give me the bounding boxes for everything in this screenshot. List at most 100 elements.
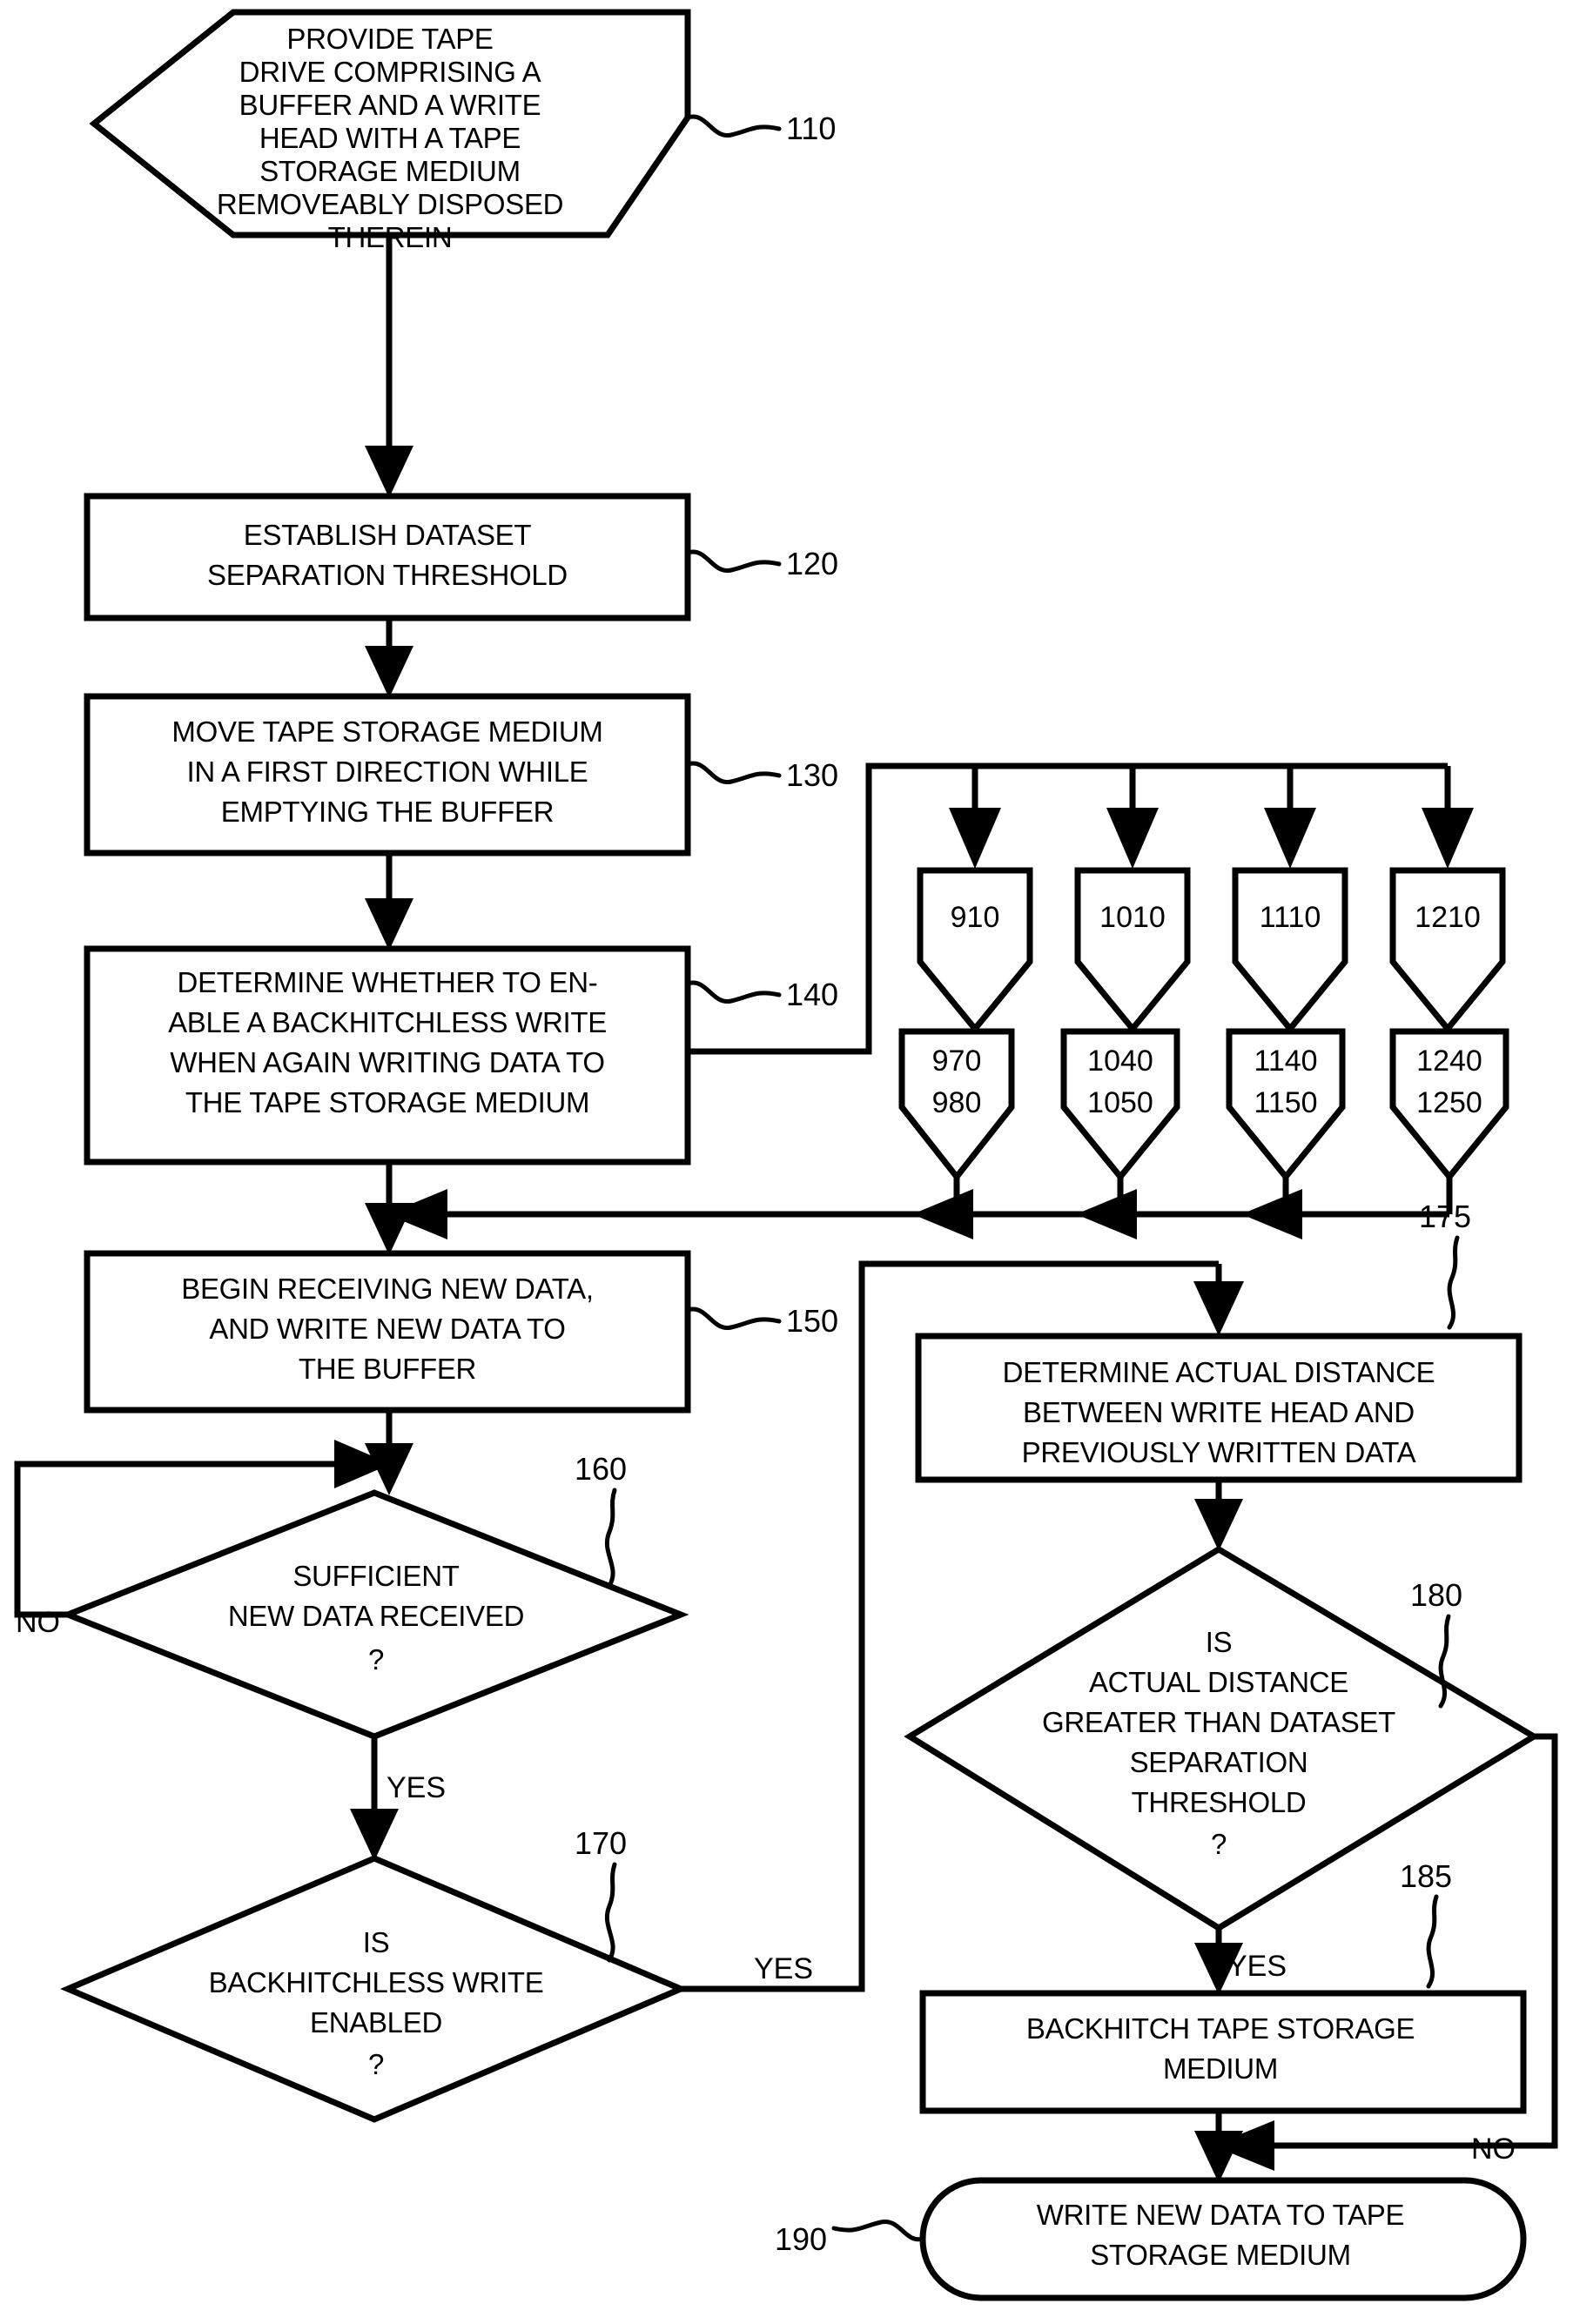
svg-text:HEAD WITH A TAPE: HEAD WITH A TAPE — [259, 122, 521, 154]
svg-text:?: ? — [368, 2048, 384, 2080]
svg-text:GREATER THAN DATASET: GREATER THAN DATASET — [1042, 1706, 1395, 1738]
flowchart-canvas: PROVIDE TAPE DRIVE COMPRISING A BUFFER A… — [14, 9, 1558, 2301]
ref-175: 175 — [1419, 1199, 1471, 1234]
arrow-bus-1210 — [1422, 808, 1474, 869]
ref-140: 140 — [786, 977, 838, 1012]
svg-text:1040: 1040 — [1087, 1044, 1153, 1078]
node-175-label: DETERMINE ACTUAL DISTANCE BETWEEN WRITE … — [1003, 1356, 1435, 1468]
leader-140 — [685, 980, 782, 1004]
svg-text:IS: IS — [363, 1926, 390, 1958]
arrow-175-180 — [1194, 1499, 1243, 1551]
svg-text:THEREIN: THEREIN — [328, 221, 453, 253]
node-120-box — [84, 493, 691, 621]
svg-text:WRITE NEW DATA TO TAPE: WRITE NEW DATA TO TAPE — [1037, 2199, 1404, 2231]
node-110-label: PROVIDE TAPE DRIVE COMPRISING A BUFFER A… — [217, 23, 564, 253]
connector-1210-label: 1210 — [1415, 901, 1481, 934]
connector-1010 — [1074, 867, 1191, 1034]
ref-185: 185 — [1400, 1858, 1452, 1894]
svg-text:1150: 1150 — [1254, 1086, 1317, 1119]
arrow-merge-1040 — [1076, 1189, 1137, 1239]
edge-label-yes-170: YES — [754, 1952, 813, 1985]
svg-text:ABLE A BACKHITCHLESS WRITE: ABLE A BACKHITCHLESS WRITE — [168, 1006, 607, 1038]
svg-text:MOVE TAPE STORAGE MEDIUM: MOVE TAPE STORAGE MEDIUM — [171, 715, 602, 748]
edge-label-no-180: NO — [1471, 2133, 1516, 2166]
svg-text:1250: 1250 — [1416, 1086, 1482, 1119]
ref-180: 180 — [1410, 1577, 1462, 1613]
svg-text:EMPTYING THE BUFFER: EMPTYING THE BUFFER — [221, 796, 554, 828]
ref-190: 190 — [775, 2221, 827, 2257]
svg-text:SEPARATION THRESHOLD: SEPARATION THRESHOLD — [207, 559, 568, 591]
connector-1010-label: 1010 — [1099, 901, 1166, 934]
svg-text:DETERMINE WHETHER TO EN-: DETERMINE WHETHER TO EN- — [178, 966, 598, 998]
connector-910-label: 910 — [951, 901, 1000, 934]
svg-text:STORAGE MEDIUM: STORAGE MEDIUM — [259, 155, 521, 187]
svg-text:WHEN AGAIN WRITING DATA TO: WHEN AGAIN WRITING DATA TO — [170, 1046, 604, 1078]
leader-120 — [685, 549, 782, 573]
svg-text:970: 970 — [932, 1044, 982, 1078]
arrow-120-130 — [365, 646, 413, 698]
svg-text:?: ? — [368, 1643, 384, 1676]
svg-text:PROVIDE TAPE: PROVIDE TAPE — [286, 23, 493, 55]
svg-text:1240: 1240 — [1416, 1044, 1482, 1078]
svg-text:DETERMINE ACTUAL DISTANCE: DETERMINE ACTUAL DISTANCE — [1003, 1356, 1435, 1388]
svg-text:THE TAPE STORAGE MEDIUM: THE TAPE STORAGE MEDIUM — [185, 1086, 589, 1118]
arrow-bus-1110 — [1264, 808, 1316, 869]
ref-150: 150 — [786, 1303, 838, 1339]
svg-text:ACTUAL DISTANCE: ACTUAL DISTANCE — [1089, 1666, 1348, 1698]
edge-label-yes-160: YES — [387, 1771, 446, 1804]
svg-text:ESTABLISH DATASET: ESTABLISH DATASET — [244, 519, 532, 551]
patent-flowchart-figure: PROVIDE TAPE DRIVE COMPRISING A BUFFER A… — [0, 0, 1573, 2324]
svg-text:PREVIOUSLY WRITTEN DATA: PREVIOUSLY WRITTEN DATA — [1022, 1436, 1416, 1468]
svg-text:SEPARATION: SEPARATION — [1130, 1746, 1308, 1778]
arrow-160-170 — [350, 1809, 399, 1861]
leader-130 — [685, 761, 782, 784]
svg-text:ENABLED: ENABLED — [310, 2006, 442, 2039]
arrow-bus-910 — [949, 808, 1001, 869]
leader-110 — [685, 114, 782, 138]
leader-170 — [604, 1862, 617, 1963]
svg-text:REMOVEABLY DISPOSED: REMOVEABLY DISPOSED — [217, 188, 563, 220]
svg-text:NEW DATA RECEIVED: NEW DATA RECEIVED — [228, 1600, 524, 1632]
ref-120: 120 — [786, 546, 838, 581]
arrow-140-150 — [365, 1203, 413, 1255]
leader-185 — [1426, 1894, 1439, 1989]
svg-text:DRIVE COMPRISING A: DRIVE COMPRISING A — [239, 56, 541, 88]
ref-170: 170 — [575, 1825, 627, 1861]
edge-label-no-160: NO — [16, 1606, 60, 1639]
leader-190 — [831, 2220, 925, 2242]
svg-text:THE BUFFER: THE BUFFER — [299, 1353, 476, 1385]
svg-text:?: ? — [1211, 1828, 1227, 1860]
arrow-into-175 — [1193, 1281, 1244, 1336]
arrow-130-140 — [365, 898, 413, 950]
arrow-110-120 — [365, 446, 413, 498]
svg-text:IN A FIRST DIRECTION WHILE: IN A FIRST DIRECTION WHILE — [187, 756, 588, 788]
svg-text:IS: IS — [1206, 1626, 1233, 1658]
svg-text:THRESHOLD: THRESHOLD — [1132, 1786, 1307, 1818]
svg-text:1140: 1140 — [1254, 1044, 1317, 1078]
arrow-merge-970 — [912, 1189, 973, 1239]
svg-text:BACKHITCHLESS WRITE: BACKHITCHLESS WRITE — [209, 1966, 544, 1998]
svg-text:AND WRITE NEW DATA TO: AND WRITE NEW DATA TO — [209, 1313, 565, 1345]
svg-text:MEDIUM: MEDIUM — [1163, 2052, 1278, 2085]
svg-text:1050: 1050 — [1087, 1086, 1153, 1119]
svg-text:BACKHITCH TAPE STORAGE: BACKHITCH TAPE STORAGE — [1026, 2012, 1415, 2045]
leader-150 — [685, 1306, 782, 1330]
svg-text:SUFFICIENT: SUFFICIENT — [292, 1560, 459, 1592]
connector-1110-label: 1110 — [1260, 901, 1321, 934]
svg-text:980: 980 — [932, 1086, 982, 1119]
ref-110: 110 — [786, 111, 836, 146]
leader-175 — [1447, 1235, 1460, 1330]
connector-1210 — [1389, 867, 1506, 1034]
svg-text:STORAGE MEDIUM: STORAGE MEDIUM — [1090, 2239, 1351, 2271]
svg-text:BETWEEN WRITE HEAD AND: BETWEEN WRITE HEAD AND — [1023, 1396, 1415, 1428]
arrow-merge-1140 — [1241, 1189, 1302, 1239]
connector-910 — [917, 867, 1033, 1034]
ref-130: 130 — [786, 757, 838, 793]
edge-label-yes-180: YES — [1227, 1950, 1287, 1983]
connector-1110 — [1232, 867, 1348, 1034]
ref-160: 160 — [575, 1451, 627, 1487]
svg-text:BEGIN RECEIVING NEW DATA,: BEGIN RECEIVING NEW DATA, — [181, 1273, 594, 1305]
node-130-label: MOVE TAPE STORAGE MEDIUM IN A FIRST DIRE… — [171, 715, 603, 828]
arrow-185-190 — [1194, 2131, 1243, 2183]
arrow-bus-1010 — [1106, 808, 1159, 869]
